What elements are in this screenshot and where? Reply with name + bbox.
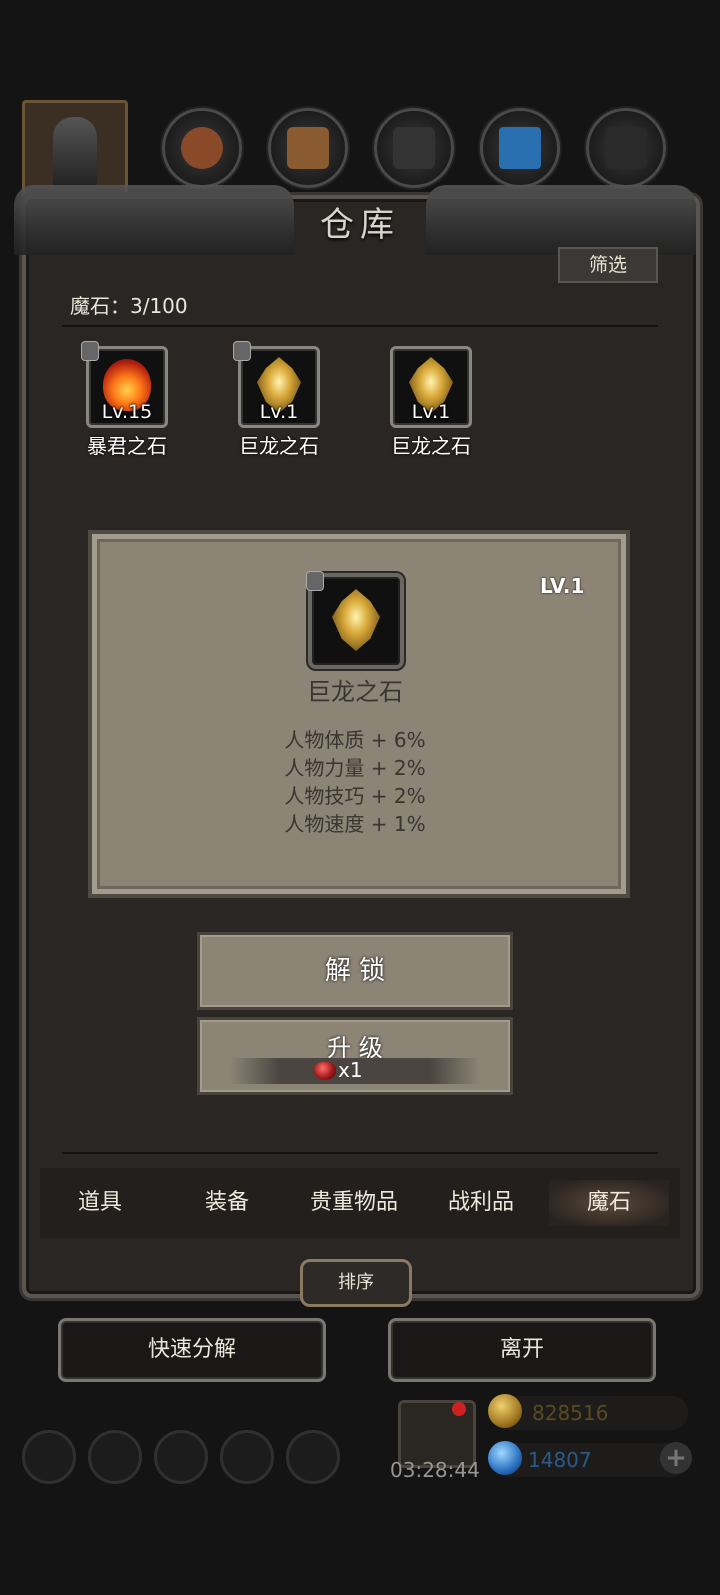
- quick-decompose-button[interactable]: 快速分解: [58, 1318, 326, 1382]
- tab-items[interactable]: 道具: [40, 1180, 160, 1226]
- hud-skills-icon[interactable]: [88, 1430, 142, 1484]
- stone-count: 魔石：3/100: [70, 294, 188, 318]
- ruby-icon: [314, 1062, 336, 1080]
- stone-name: 巨龙之石: [239, 434, 319, 458]
- top-divider: [62, 325, 658, 327]
- tab-loot[interactable]: 战利品: [421, 1180, 541, 1226]
- stone-frame: Lv.15: [81, 341, 168, 428]
- dragon-stone-icon: [332, 589, 380, 651]
- stone-frame: Lv.1: [233, 341, 320, 428]
- gift-timer: 03:28:44: [390, 1458, 480, 1482]
- gem-icon: [488, 1441, 522, 1475]
- filter-button[interactable]: 筛选: [558, 247, 658, 283]
- hud-menu-icon[interactable]: [22, 1430, 76, 1484]
- attribute-line: 人物速度 + 1%: [284, 812, 426, 836]
- tab-magic-stones[interactable]: 魔石: [549, 1180, 669, 1226]
- unlock-button[interactable]: 解 锁: [197, 932, 513, 1010]
- detail-name: 巨龙之石: [307, 678, 403, 706]
- stone-level: Lv.15: [101, 401, 153, 423]
- panel-title: 仓库: [320, 205, 400, 245]
- stone-item[interactable]: Lv.1 巨龙之石: [233, 341, 320, 459]
- stone-level: Lv.1: [411, 401, 451, 423]
- tab-equipment[interactable]: 装备: [167, 1180, 287, 1226]
- stone-name: 巨龙之石: [391, 434, 471, 458]
- lock-icon: [233, 341, 251, 361]
- stone-item[interactable]: Lv.1 巨龙之石: [390, 346, 472, 459]
- hud-mail-icon[interactable]: [220, 1430, 274, 1484]
- unlock-label: 解 锁: [324, 956, 386, 986]
- attribute-line: 人物力量 + 2%: [284, 756, 426, 780]
- add-currency-icon[interactable]: +: [660, 1442, 692, 1474]
- gold-coin-icon: [488, 1394, 522, 1428]
- panel-ornament-right: [426, 185, 696, 255]
- stone-frame: Lv.1: [390, 346, 472, 428]
- detail-stone-frame: [306, 571, 404, 669]
- sort-button[interactable]: 排序: [300, 1259, 412, 1307]
- resource-crystal-icon[interactable]: [480, 108, 560, 188]
- lock-icon: [81, 341, 99, 361]
- stone-name: 暴君之石: [87, 434, 167, 458]
- hud-map-icon[interactable]: [154, 1430, 208, 1484]
- hud-settings-icon[interactable]: [286, 1430, 340, 1484]
- notification-dot: [452, 1402, 466, 1416]
- resource-stone-icon[interactable]: [586, 108, 666, 188]
- attribute-line: 人物体质 + 6%: [284, 728, 426, 752]
- tab-valuables[interactable]: 贵重物品: [294, 1180, 414, 1226]
- bottom-divider: [62, 1152, 658, 1154]
- portrait-figure-icon: [53, 117, 97, 187]
- stone-level: Lv.1: [259, 401, 299, 423]
- stone-item[interactable]: Lv.15 暴君之石: [81, 341, 168, 459]
- lock-icon: [306, 571, 324, 591]
- panel-ornament-left: [14, 185, 294, 255]
- upgrade-cost: x1: [338, 1058, 363, 1082]
- leave-button[interactable]: 离开: [388, 1318, 656, 1382]
- gold-amount: 828516: [532, 1401, 609, 1425]
- detail-level: LV.1: [540, 574, 585, 598]
- resource-meat-icon[interactable]: [162, 108, 242, 188]
- gem-amount: 14807: [528, 1448, 592, 1472]
- resource-wood-icon[interactable]: [268, 108, 348, 188]
- resource-iron-icon[interactable]: [374, 108, 454, 188]
- attribute-line: 人物技巧 + 2%: [284, 784, 426, 808]
